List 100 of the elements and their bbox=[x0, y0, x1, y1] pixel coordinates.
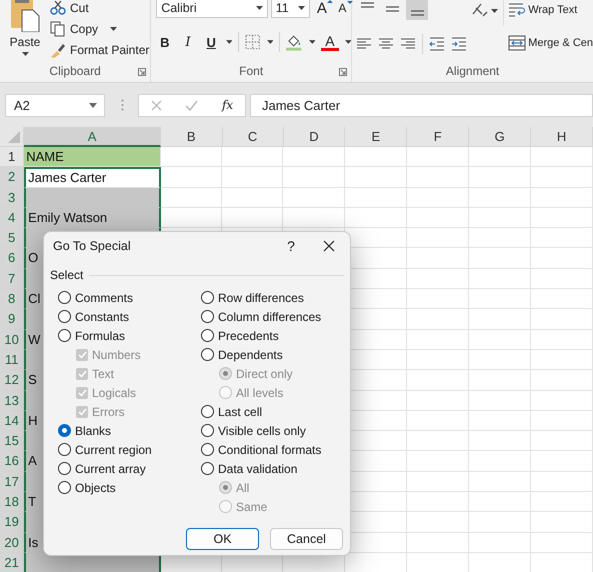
table-cell bbox=[469, 248, 532, 269]
table-cell bbox=[160, 208, 222, 228]
paintbrush-icon bbox=[50, 42, 66, 58]
table-cell bbox=[469, 451, 532, 472]
column-header[interactable]: G bbox=[469, 127, 532, 147]
table-cell bbox=[469, 492, 532, 512]
table-cell bbox=[469, 330, 532, 350]
caret-icon[interactable] bbox=[344, 40, 352, 44]
borders-icon[interactable] bbox=[245, 34, 261, 50]
radio-option[interactable]: Dependents bbox=[201, 345, 344, 364]
radio-option[interactable]: Conditional formats bbox=[201, 440, 344, 459]
ok-button[interactable]: OK bbox=[186, 528, 259, 550]
row-header[interactable]: 2 bbox=[0, 167, 24, 188]
insert-function-button[interactable]: fx bbox=[222, 98, 234, 112]
table-cell bbox=[283, 147, 346, 168]
caret-icon[interactable] bbox=[308, 40, 316, 44]
row-header[interactable]: 12 bbox=[0, 370, 24, 391]
column-header[interactable]: D bbox=[284, 127, 346, 147]
table-cell bbox=[469, 410, 532, 432]
align-right-icon[interactable] bbox=[400, 37, 416, 51]
caret-icon[interactable] bbox=[266, 40, 274, 44]
font-size-field[interactable]: 11 bbox=[270, 0, 310, 18]
bold-button[interactable]: B bbox=[156, 34, 174, 50]
group-label: Clipboard bbox=[49, 64, 101, 78]
row-header[interactable]: 7 bbox=[0, 268, 24, 290]
merge-center-button[interactable]: Merge & Cen bbox=[508, 33, 593, 52]
table-cell bbox=[345, 188, 408, 208]
table-cell bbox=[469, 188, 532, 208]
font-name-field[interactable]: Calibri bbox=[156, 0, 268, 18]
formula-field[interactable]: James Carter bbox=[250, 94, 593, 116]
row-header[interactable]: 20 bbox=[0, 532, 24, 553]
radio-option[interactable]: Visible cells only bbox=[201, 421, 344, 440]
table-cell bbox=[469, 208, 532, 228]
row-header[interactable]: 21 bbox=[0, 552, 24, 572]
row-header[interactable]: 3 bbox=[0, 188, 24, 208]
row-header[interactable]: 4 bbox=[0, 208, 24, 228]
underline-button[interactable]: U bbox=[202, 34, 220, 50]
radio-option[interactable]: Constants bbox=[58, 307, 201, 326]
radio-option[interactable]: Column differences bbox=[201, 307, 344, 326]
increase-indent-icon[interactable] bbox=[451, 37, 468, 51]
table-cell bbox=[160, 188, 222, 208]
column-header[interactable]: H bbox=[531, 127, 593, 147]
table-cell bbox=[345, 147, 408, 168]
vertical-align-button[interactable] bbox=[406, 0, 428, 20]
check-icon[interactable] bbox=[185, 100, 198, 110]
table-cell bbox=[283, 167, 346, 188]
row-header[interactable]: 8 bbox=[0, 289, 24, 310]
cancel-button[interactable]: Cancel bbox=[270, 528, 343, 550]
row-header[interactable]: 1 bbox=[0, 147, 24, 168]
row-header[interactable]: 17 bbox=[0, 472, 24, 492]
table-cell bbox=[531, 451, 593, 472]
row-header[interactable]: 9 bbox=[0, 309, 24, 330]
radio-option[interactable]: Data validation bbox=[201, 459, 344, 478]
radio-option[interactable]: Precedents bbox=[201, 326, 344, 345]
align-center-icon[interactable] bbox=[378, 37, 394, 51]
table-cell bbox=[407, 309, 470, 330]
row-header[interactable]: 11 bbox=[0, 350, 24, 370]
group-label: Font bbox=[239, 64, 264, 78]
row-header[interactable]: 13 bbox=[0, 390, 24, 411]
paste-button[interactable]: Paste bbox=[0, 0, 50, 60]
table-cell bbox=[222, 167, 284, 188]
table-cell bbox=[407, 451, 470, 472]
name-box[interactable]: A2 bbox=[5, 94, 105, 116]
row-header[interactable]: 18 bbox=[0, 492, 24, 512]
wrap-text-button[interactable]: Wrap Text bbox=[508, 0, 593, 19]
dialog-launcher-icon[interactable] bbox=[339, 68, 348, 76]
shrink-font-button[interactable]: A bbox=[334, 1, 352, 15]
radio-option[interactable]: Last cell bbox=[201, 402, 344, 421]
row-header[interactable]: 19 bbox=[0, 512, 24, 533]
align-left-icon[interactable] bbox=[356, 37, 372, 51]
cut-button[interactable]: Cut bbox=[50, 0, 150, 17]
format-painter-button[interactable]: Format Painter bbox=[50, 40, 150, 59]
fill-color-icon[interactable] bbox=[286, 33, 303, 51]
help-button[interactable]: ? bbox=[281, 238, 301, 254]
grow-font-button[interactable]: A bbox=[313, 0, 331, 16]
dialog-launcher-icon[interactable] bbox=[138, 68, 146, 76]
decrease-indent-icon[interactable] bbox=[429, 37, 446, 51]
column-header[interactable]: A bbox=[24, 127, 161, 147]
italic-button[interactable]: I bbox=[179, 34, 197, 50]
table-cell bbox=[531, 532, 593, 553]
caret-icon bbox=[110, 26, 118, 30]
row-header[interactable]: 10 bbox=[0, 330, 24, 350]
table-cell bbox=[531, 188, 593, 208]
table-cell: NAME bbox=[24, 147, 160, 168]
group-label: Alignment bbox=[446, 64, 500, 78]
row-header[interactable]: 5 bbox=[0, 228, 24, 248]
font-color-button[interactable]: A bbox=[321, 34, 338, 50]
caret-icon[interactable] bbox=[226, 40, 232, 44]
row-header[interactable]: 15 bbox=[0, 431, 24, 452]
row-header[interactable]: 6 bbox=[0, 248, 24, 269]
copy-button[interactable]: Copy bbox=[50, 19, 150, 38]
row-header[interactable]: 16 bbox=[0, 451, 24, 472]
column-header[interactable]: E bbox=[345, 127, 408, 147]
column-header[interactable]: C bbox=[222, 127, 284, 147]
orientation-icon[interactable] bbox=[471, 2, 500, 18]
table-cell bbox=[469, 390, 532, 411]
row-header[interactable]: 14 bbox=[0, 410, 24, 432]
radio-option[interactable]: Row differences bbox=[201, 288, 344, 307]
column-header[interactable]: F bbox=[407, 127, 470, 147]
column-header[interactable]: B bbox=[160, 127, 223, 147]
